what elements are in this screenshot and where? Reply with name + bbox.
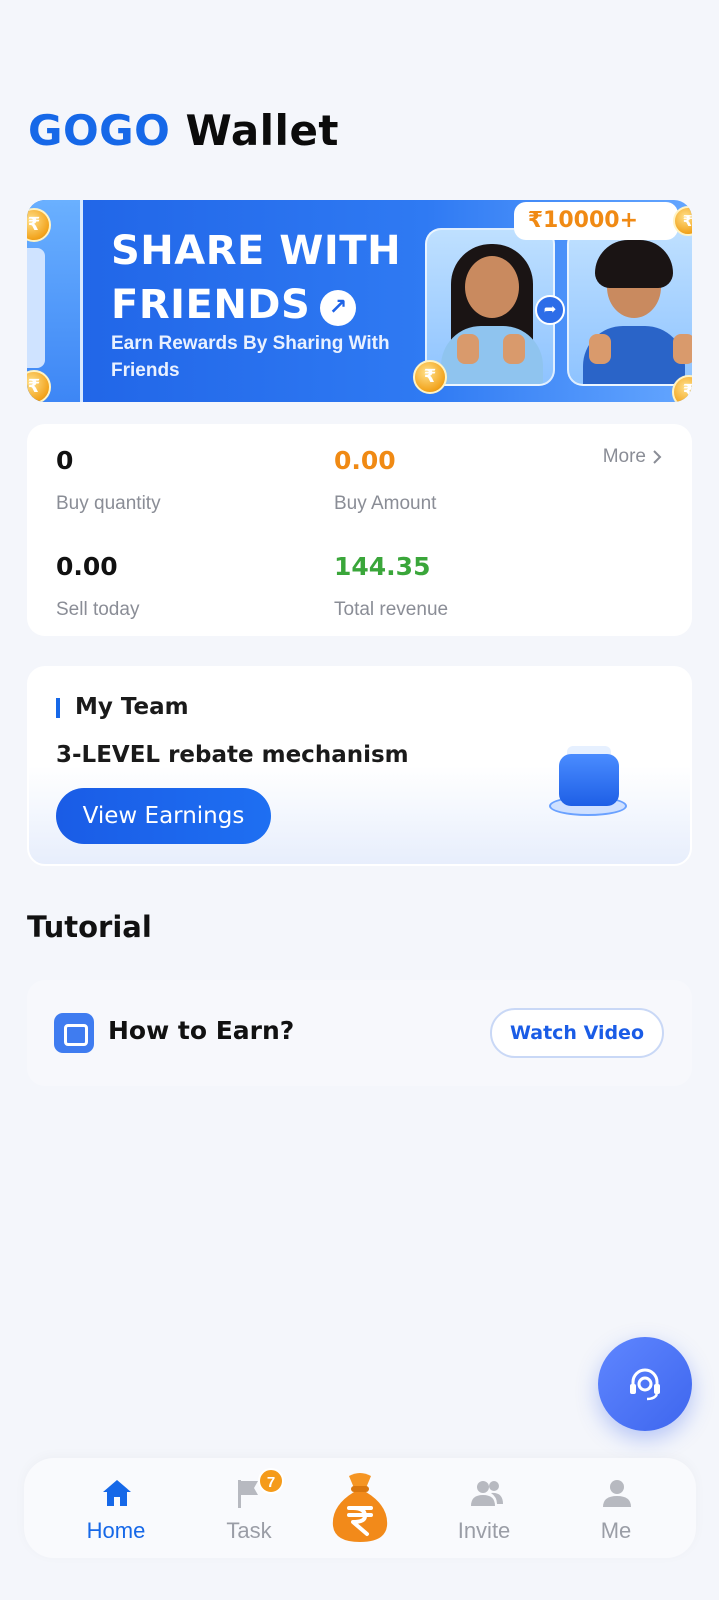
share-banner[interactable]: ₹ ₹ SHARE WITH FRIENDS ↗ Earn Rewards By … xyxy=(27,200,692,402)
team-card: My Team 3-LEVEL rebate mechanism View Ea… xyxy=(27,666,692,866)
banner-headline-line2: FRIENDS xyxy=(111,282,311,328)
banner-headline-line1: SHARE WITH xyxy=(111,228,402,274)
watch-video-button[interactable]: Watch Video xyxy=(490,1008,664,1058)
arrow-up-right-icon: ↗ xyxy=(320,290,357,326)
boy-illustration xyxy=(567,228,692,386)
stat-sell-today: 0.00 Sell today xyxy=(56,552,139,621)
bottom-nav: Home 7 Task Invite Me xyxy=(24,1458,696,1558)
stat-value: 144.35 xyxy=(334,552,431,581)
thumbs-up-icon xyxy=(673,334,692,364)
stats-card: More 0 Buy quantity 0.00 Buy Amount 0.00… xyxy=(27,424,692,636)
hair-shape xyxy=(595,240,673,288)
more-link[interactable]: More xyxy=(603,446,662,468)
banner-prev-card xyxy=(27,248,45,368)
share-icon: ➦ xyxy=(535,295,565,325)
stat-value: 0.00 xyxy=(334,446,396,475)
stat-label: Sell today xyxy=(56,599,140,620)
banner-headline: SHARE WITH FRIENDS ↗ xyxy=(111,224,401,332)
chevron-right-icon xyxy=(653,450,662,464)
tutorial-card: How to Earn? Watch Video xyxy=(27,980,692,1086)
nav-me[interactable]: Me xyxy=(561,1458,671,1558)
thumbs-up-icon xyxy=(589,334,611,364)
nav-label: Home xyxy=(86,1518,146,1543)
wallet-icon xyxy=(549,746,629,826)
wallet-icon xyxy=(54,1013,94,1053)
app-title-rest: Wallet xyxy=(185,106,340,155)
stat-label: Buy quantity xyxy=(56,493,161,514)
home-icon xyxy=(103,1480,131,1506)
stat-total-revenue: 144.35 Total revenue xyxy=(334,552,448,621)
nav-home[interactable]: Home xyxy=(61,1458,171,1558)
face-shape xyxy=(465,256,519,318)
reward-badge: ₹10000+ xyxy=(513,202,678,240)
money-bag-svg xyxy=(332,1473,388,1542)
coin-icon: ₹ xyxy=(413,360,447,394)
app-title: GOGO Wallet xyxy=(28,106,339,155)
title-accent-bar xyxy=(56,698,60,718)
banner-headline-line2-row: FRIENDS ↗ xyxy=(111,278,401,332)
app-title-brand: GOGO xyxy=(28,106,171,155)
customer-support-button[interactable] xyxy=(598,1337,692,1431)
nav-label: Invite xyxy=(457,1518,511,1543)
stat-value: 0 xyxy=(56,446,74,475)
nav-invite[interactable]: Invite xyxy=(429,1458,539,1558)
stat-buy-amount: 0.00 Buy Amount xyxy=(334,446,436,515)
tutorial-section-title: Tutorial xyxy=(27,910,152,944)
view-earnings-button[interactable]: View Earnings xyxy=(56,788,271,844)
team-description: 3-LEVEL rebate mechanism xyxy=(56,742,409,768)
thumbs-up-icon xyxy=(503,334,525,364)
thumbs-up-icon xyxy=(457,334,479,364)
wallet-body xyxy=(559,754,619,806)
banner-subtitle: Earn Rewards By Sharing With Friends xyxy=(111,333,390,381)
nav-label: Me xyxy=(600,1518,632,1543)
nav-label: Task xyxy=(226,1518,272,1543)
stat-label: Buy Amount xyxy=(334,493,437,514)
user-icon xyxy=(603,1480,631,1507)
team-title: My Team xyxy=(75,694,189,720)
tutorial-item-label: How to Earn? xyxy=(108,1016,295,1045)
stat-value: 0.00 xyxy=(56,552,118,581)
stat-buy-quantity: 0 Buy quantity xyxy=(56,446,161,515)
people-icon xyxy=(471,1481,503,1506)
stat-label: Total revenue xyxy=(334,599,449,620)
money-bag-icon[interactable] xyxy=(329,1470,391,1544)
headset-icon xyxy=(630,1368,660,1401)
nav-task[interactable]: 7 Task xyxy=(194,1458,304,1558)
more-label: More xyxy=(602,446,646,467)
task-count-badge: 7 xyxy=(258,1468,284,1494)
